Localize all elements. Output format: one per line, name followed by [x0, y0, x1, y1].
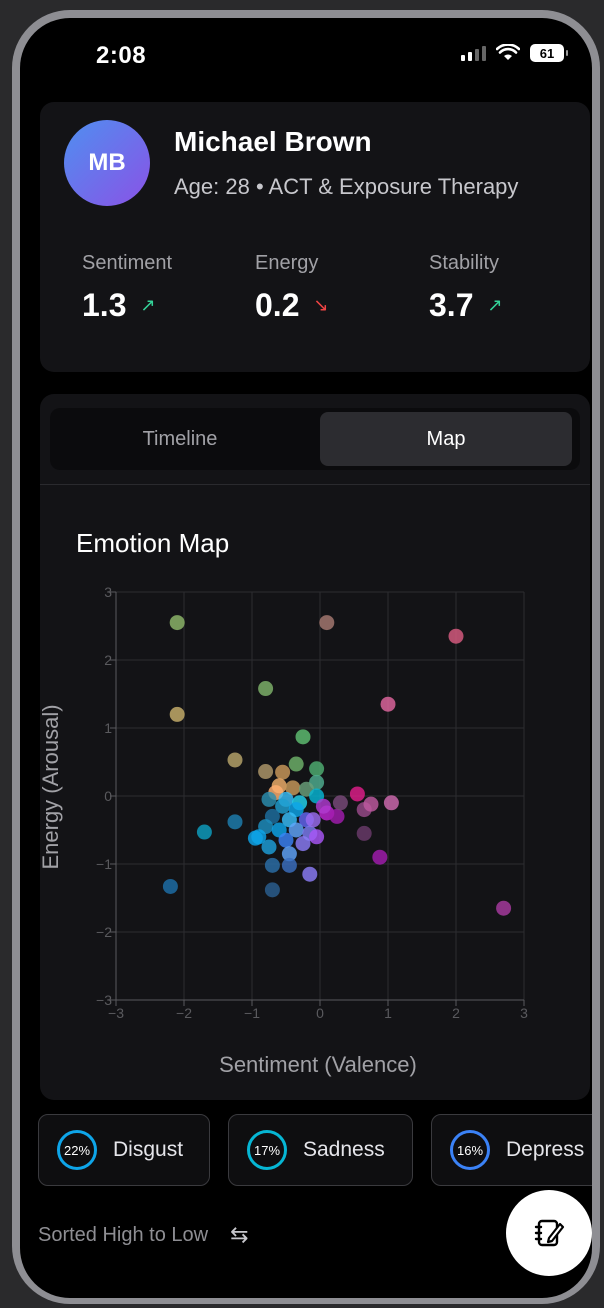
phone-screen: 2:08 61 MB Michael Brown Age: 28 • ACT &… — [20, 18, 592, 1298]
x-tick-label: −2 — [176, 1005, 192, 1021]
x-tick-label: 3 — [520, 1005, 528, 1021]
scatter-point — [258, 764, 274, 780]
emotion-chip-row: 22% Disgust 17% Sadness 16% Depress — [38, 1112, 592, 1192]
chip-label: Depress — [506, 1138, 585, 1161]
scatter-point — [309, 829, 325, 845]
sort-toggle[interactable]: Sorted High to Low ⇆ — [38, 1222, 249, 1248]
divider — [40, 484, 590, 485]
scatter-point — [295, 729, 311, 745]
y-tick-label: −1 — [96, 856, 112, 872]
scatter-point — [332, 795, 348, 811]
x-tick-label: 1 — [384, 1005, 392, 1021]
scatter-point — [315, 798, 331, 814]
metric-label: Stability — [429, 252, 500, 274]
scatter-point — [448, 628, 464, 644]
scatter-point — [275, 764, 291, 780]
status-bar: 2:08 61 — [20, 18, 592, 88]
scatter-point — [349, 786, 365, 802]
scatter-point — [305, 812, 321, 828]
notebook-edit-icon — [534, 1219, 565, 1247]
scatter-point — [383, 795, 399, 811]
scatter-point — [247, 830, 263, 846]
scatter-point — [288, 756, 304, 772]
scatter-point — [258, 681, 274, 697]
emotion-scatter-plot: −3 −2 −1 0 1 2 33210−1−2−3 Sentiment (Valence)… — [40, 584, 528, 1077]
scatter-point — [302, 866, 318, 882]
new-note-button[interactable] — [506, 1190, 592, 1276]
tab-timeline[interactable]: Timeline — [54, 412, 306, 466]
scatter-point — [169, 615, 185, 631]
metric-value: 1.3 — [82, 287, 127, 323]
y-tick-label: −3 — [96, 992, 112, 1008]
trend-up-icon: ↗ — [140, 295, 156, 315]
status-icons: 61 — [461, 44, 568, 62]
battery-icon: 61 — [530, 44, 568, 62]
scatter-point — [372, 849, 388, 865]
avatar: MB — [64, 120, 150, 206]
wifi-icon — [496, 44, 520, 60]
scatter-point — [278, 832, 294, 848]
scatter-point — [162, 878, 178, 894]
metric-sentiment: Sentiment 1.3 ↗ — [82, 252, 172, 324]
cellular-signal-icon — [461, 45, 486, 61]
sort-label: Sorted High to Low — [38, 1223, 209, 1246]
client-profile-card: MB Michael Brown Age: 28 • ACT & Exposur… — [40, 102, 590, 372]
client-name: Michael Brown — [174, 126, 372, 157]
trend-up-icon: ↗ — [487, 295, 503, 315]
x-tick-label: 0 — [316, 1005, 324, 1021]
y-axis-label: Energy (Arousal) — [40, 704, 63, 869]
chart-ticks: −3 −2 −1 0 1 2 33210−1−2−3 — [96, 584, 528, 1021]
emotion-chip-sadness[interactable]: 17% Sadness — [228, 1114, 413, 1186]
metric-value: 3.7 — [429, 287, 474, 323]
x-tick-label: −1 — [244, 1005, 260, 1021]
scatter-point — [363, 796, 379, 812]
status-time: 2:08 — [96, 42, 147, 69]
percent-ring: 16% — [450, 1130, 490, 1170]
percent-ring: 17% — [247, 1130, 287, 1170]
chip-label: Sadness — [303, 1138, 385, 1161]
metric-stability: Stability 3.7 ↗ — [429, 252, 503, 324]
scatter-point — [281, 857, 297, 873]
scatter-point — [264, 857, 280, 873]
scatter-point — [261, 791, 277, 807]
scatter-point — [295, 836, 311, 852]
scatter-point — [496, 900, 512, 916]
metric-value: 0.2 — [255, 287, 300, 323]
chip-label: Disgust — [113, 1138, 184, 1161]
scatter-point — [329, 808, 345, 824]
scatter-point — [319, 615, 335, 631]
view-toggle: Timeline Map — [50, 408, 580, 470]
scatter-point — [261, 839, 277, 855]
metric-label: Sentiment — [82, 252, 173, 274]
emotion-chart-card: Timeline Map Emotion Map −3 −2 −1 0 1 2 3 3 2 1 0−… — [40, 394, 590, 1100]
scatter-point — [227, 752, 243, 768]
percent-ring: 22% — [57, 1130, 97, 1170]
y-tick-label: −2 — [96, 924, 112, 940]
emotion-chip-disgust[interactable]: 22% Disgust — [38, 1114, 210, 1186]
metric-energy: Energy 0.2 ↘ — [255, 252, 329, 324]
swap-arrows-icon: ⇆ — [230, 1222, 249, 1247]
scatter-point — [169, 706, 185, 722]
chart-title: Emotion Map — [76, 528, 230, 558]
x-tick-label: 2 — [452, 1005, 460, 1021]
scatter-point — [264, 882, 280, 898]
tab-map[interactable]: Map — [320, 412, 572, 466]
scatter-point — [309, 761, 325, 777]
scatter-point — [380, 696, 396, 712]
client-meta: Age: 28 • ACT & Exposure Therapy — [174, 174, 519, 199]
scatter-point — [227, 814, 243, 830]
metric-label: Energy — [255, 252, 319, 274]
scatter-point — [356, 825, 372, 841]
emotion-chip-depression[interactable]: 16% Depress — [431, 1114, 592, 1186]
scatter-point — [196, 824, 212, 840]
trend-down-icon: ↘ — [313, 295, 329, 315]
x-axis-label: Sentiment (Valence) — [219, 1052, 417, 1077]
